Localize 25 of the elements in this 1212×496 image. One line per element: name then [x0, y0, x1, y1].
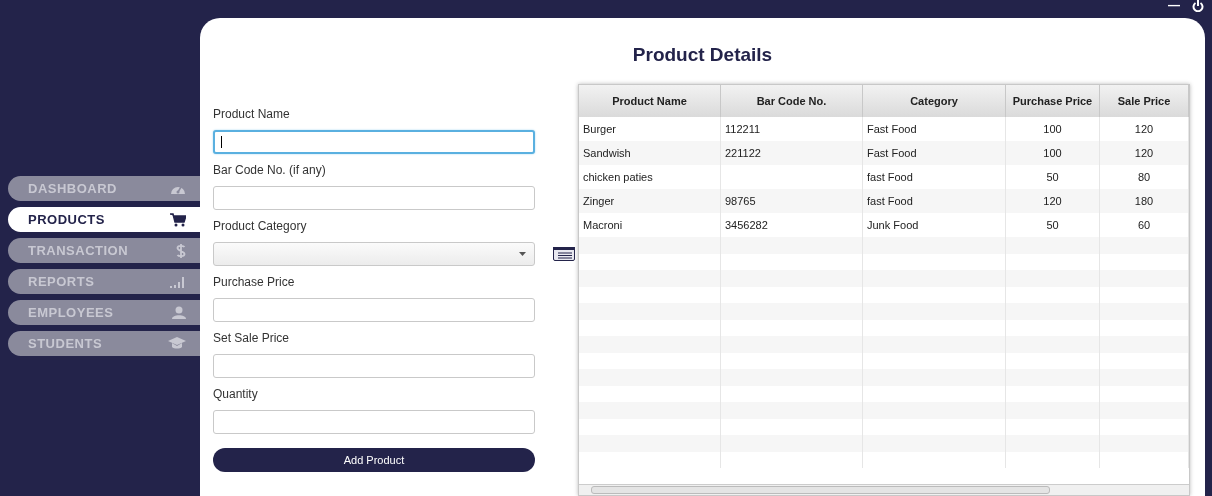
- field-label: Product Name: [213, 107, 291, 123]
- table-cell: 98765: [721, 189, 863, 213]
- column-header[interactable]: Product Name: [579, 85, 721, 117]
- field-label: Quantity: [213, 387, 259, 403]
- page-title: Product Details: [632, 44, 773, 66]
- field-label: Bar Code No. (if any): [213, 163, 327, 179]
- column-header[interactable]: Bar Code No.: [721, 85, 863, 117]
- column-header[interactable]: Sale Price: [1100, 85, 1189, 117]
- column-header[interactable]: Category: [863, 85, 1006, 117]
- table-cell: Fast Food: [863, 141, 1006, 165]
- add-product-button[interactable]: Add Product: [213, 448, 535, 472]
- field-label: Product Category: [213, 219, 308, 235]
- table-cell: Sandwish: [579, 141, 721, 165]
- table-cell: Zinger: [579, 189, 721, 213]
- field-label: Set Sale Price: [213, 331, 291, 347]
- table-cell: 221122: [721, 141, 863, 165]
- table-cell: 120: [1100, 141, 1189, 165]
- table-cell: 100: [1006, 141, 1100, 165]
- column-header[interactable]: Purchase Price: [1006, 85, 1100, 117]
- minimize-button[interactable]: —: [1168, 0, 1180, 10]
- table-cell: 120: [1006, 189, 1100, 213]
- table-cell: 180: [1100, 189, 1189, 213]
- sidebar-item[interactable]: PRODUCTS: [8, 207, 200, 232]
- field-label: Purchase Price: [213, 275, 296, 291]
- table-cell: fast Food: [863, 189, 1006, 213]
